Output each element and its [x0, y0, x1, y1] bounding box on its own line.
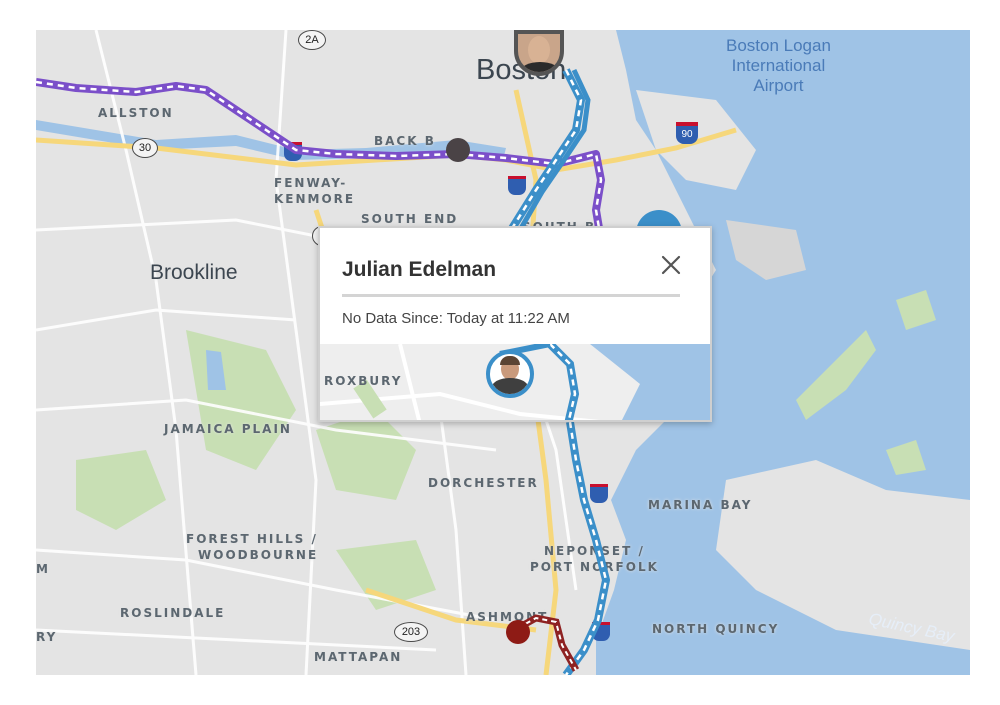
avatar-hair-icon: [500, 356, 520, 365]
popup-title: Julian Edelman: [342, 258, 497, 281]
popup-map-preview[interactable]: ROXBURY: [320, 344, 710, 420]
popup-divider: [342, 294, 680, 297]
selected-player-avatar-marker[interactable]: [486, 350, 534, 398]
player-avatar-marker[interactable]: [514, 30, 564, 76]
avatar-shirt-icon: [492, 378, 528, 394]
popup-header: Julian Edelman No Data Since: Today at 1…: [320, 228, 710, 344]
dark-location-marker[interactable]: [446, 138, 470, 162]
close-icon[interactable]: [658, 252, 684, 278]
avatar-face-icon: [528, 36, 550, 64]
roxbury-label: ROXBURY: [324, 374, 403, 388]
map-canvas[interactable]: Boston Brookline ALLSTON BACK B FENWAY- …: [36, 30, 970, 675]
popup-status-text: No Data Since: Today at 11:22 AM: [342, 310, 570, 327]
player-info-popup: Julian Edelman No Data Since: Today at 1…: [318, 226, 712, 422]
red-location-marker[interactable]: [506, 620, 530, 644]
